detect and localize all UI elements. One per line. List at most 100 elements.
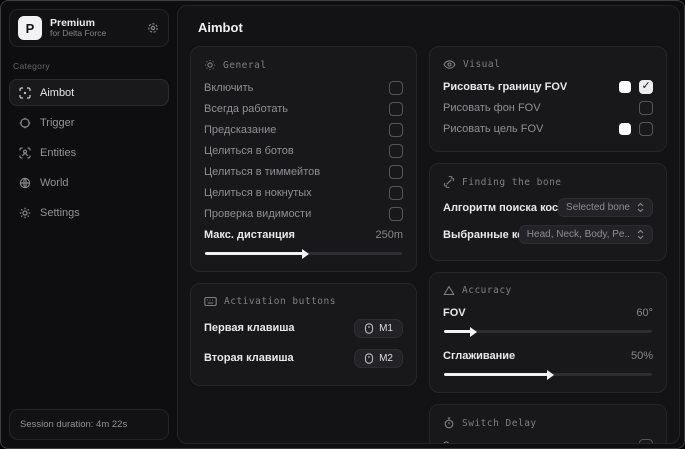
- section-title: Activation buttons: [224, 296, 336, 307]
- sidebar-item-settings[interactable]: Settings: [9, 199, 169, 226]
- crosshair-icon: [19, 86, 31, 99]
- toggle-row-target-knocked: Целиться в нокнутых: [204, 182, 403, 203]
- triangle-icon: [443, 285, 455, 296]
- target-teammates-checkbox[interactable]: [389, 164, 403, 179]
- app-window: P Premium for Delta Force Category Aimbo…: [0, 0, 685, 449]
- mouse-icon: [364, 352, 374, 364]
- slider-label: Макс. дистанция: [204, 228, 295, 241]
- sidebar-item-aimbot[interactable]: Aimbot: [9, 79, 169, 106]
- visual-label: Рисовать цель FOV: [443, 122, 544, 135]
- toggle-label: Включить: [204, 81, 254, 94]
- entities-icon: [19, 146, 31, 159]
- card-finding-bone: Finding the bone Алгоритм поиска костей …: [429, 163, 667, 261]
- toggle-label: Целиться в тиммейтов: [204, 165, 321, 178]
- toggle-row-target-teammates: Целиться в тиммейтов: [204, 161, 403, 182]
- selected-bones-label: Выбранные кости: [443, 228, 519, 241]
- slider-label: Сглаживание: [443, 349, 516, 362]
- globe-icon: [19, 177, 31, 189]
- sidebar: P Premium for Delta Force Category Aimbo…: [1, 1, 177, 448]
- bone-row-selected-bones: Выбранные кости Head, Neck, Body, Pe..: [443, 221, 653, 248]
- timer-icon: [443, 417, 455, 429]
- smoothing-slider[interactable]: [444, 369, 652, 380]
- card-visual: Visual Рисовать границу FOV Рисовать фон…: [429, 46, 667, 152]
- section-title: Switch Delay: [462, 417, 537, 429]
- toggle-label: Задержка переключения: [443, 440, 570, 444]
- fov-target-color-swatch[interactable]: [619, 122, 631, 135]
- brand-logo: P: [18, 16, 42, 40]
- main-panel: Aimbot General Включить Всегда работать …: [177, 5, 680, 444]
- slider-row-fov: FOV 60°: [443, 302, 653, 323]
- session-duration: Session duration: 4m 22s: [9, 409, 169, 440]
- max-distance-slider[interactable]: [205, 248, 402, 259]
- card-accuracy: Accuracy FOV 60° Сглаживание 50%: [429, 272, 667, 393]
- toggle-row-target-bots: Целиться в ботов: [204, 140, 403, 161]
- keybind-value: M1: [379, 322, 393, 334]
- target-knocked-checkbox[interactable]: [389, 185, 403, 200]
- sidebar-item-trigger[interactable]: Trigger: [9, 109, 169, 136]
- fov-border-color-swatch[interactable]: [619, 80, 631, 93]
- prediction-checkbox[interactable]: [389, 122, 403, 137]
- visibility-check-checkbox[interactable]: [389, 206, 403, 221]
- fov-slider[interactable]: [444, 326, 652, 337]
- card-activation-buttons: Activation buttons Первая клавиша M1 Вто…: [190, 283, 417, 386]
- toggle-row-prediction: Предсказание: [204, 119, 403, 140]
- chevrons-up-down-icon: [636, 229, 645, 240]
- visual-row-fov-border: Рисовать границу FOV: [443, 76, 653, 97]
- toggle-label: Всегда работать: [204, 102, 289, 115]
- bone-algorithm-label: Алгоритм поиска костей: [443, 201, 559, 214]
- section-title: Visual: [463, 59, 501, 70]
- always-work-checkbox[interactable]: [389, 101, 403, 116]
- slider-value: 60°: [636, 306, 653, 319]
- toggle-label: Проверка видимости: [204, 207, 312, 220]
- toggle-label: Целиться в ботов: [204, 144, 294, 157]
- visual-label: Рисовать границу FOV: [443, 80, 568, 93]
- slider-value: 50%: [630, 349, 653, 362]
- selected-bones-select[interactable]: Head, Neck, Body, Pe..: [518, 225, 653, 244]
- brand-subtitle: for Delta Force: [50, 28, 107, 39]
- visual-label: Рисовать фон FOV: [443, 101, 541, 114]
- toggle-row-always-work: Всегда работать: [204, 98, 403, 119]
- target-bots-checkbox[interactable]: [389, 143, 403, 158]
- brand-card: P Premium for Delta Force: [9, 9, 169, 47]
- keybind-label: Первая клавиша: [204, 322, 295, 334]
- sidebar-item-label: Aimbot: [40, 86, 75, 99]
- enable-checkbox[interactable]: [389, 80, 403, 95]
- sidebar-item-label: Settings: [40, 206, 80, 219]
- slider-label: FOV: [443, 306, 466, 319]
- mouse-icon: [364, 322, 374, 334]
- fov-background-checkbox[interactable]: [639, 100, 653, 115]
- sidebar-item-label: Entities: [40, 146, 77, 159]
- bone-icon: [443, 176, 455, 188]
- bone-algorithm-select[interactable]: Selected bone: [558, 198, 653, 217]
- card-general: General Включить Всегда работать Предска…: [190, 46, 417, 272]
- sidebar-nav: Aimbot Trigger Entities World Settings: [9, 79, 169, 226]
- sidebar-item-label: Trigger: [40, 116, 75, 129]
- toggle-label: Предсказание: [204, 123, 277, 136]
- section-title: Accuracy: [462, 285, 512, 296]
- trigger-icon: [19, 117, 31, 129]
- primary-keybind-button[interactable]: M1: [354, 318, 403, 338]
- section-title: General: [223, 59, 267, 71]
- page-title: Aimbot: [198, 20, 243, 35]
- chevrons-up-down-icon: [636, 202, 645, 213]
- section-title: Finding the bone: [462, 176, 562, 188]
- switch-delay-checkbox[interactable]: [639, 438, 653, 443]
- toggle-label: Целиться в нокнутых: [204, 186, 312, 199]
- sidebar-item-entities[interactable]: Entities: [9, 139, 169, 166]
- gear-icon: [19, 207, 31, 219]
- visual-row-fov-background: Рисовать фон FOV: [443, 97, 653, 118]
- toggle-row-enable: Включить: [204, 77, 403, 98]
- fov-target-checkbox[interactable]: [639, 121, 653, 136]
- sidebar-item-world[interactable]: World: [9, 169, 169, 196]
- bone-row-algorithm: Алгоритм поиска костей Selected bone: [443, 194, 653, 221]
- fov-border-checkbox[interactable]: [639, 79, 653, 94]
- selected-value: Head, Neck, Body, Pe..: [526, 229, 630, 240]
- selected-value: Selected bone: [566, 202, 630, 213]
- unload-gear-icon[interactable]: [146, 21, 160, 35]
- secondary-keybind-button[interactable]: M2: [354, 348, 403, 368]
- keybind-row-secondary: Вторая клавиша M2: [204, 343, 403, 373]
- toggle-row-visibility-check: Проверка видимости: [204, 203, 403, 224]
- general-icon: [204, 59, 216, 71]
- eye-icon: [443, 59, 456, 70]
- sidebar-item-label: World: [40, 176, 69, 189]
